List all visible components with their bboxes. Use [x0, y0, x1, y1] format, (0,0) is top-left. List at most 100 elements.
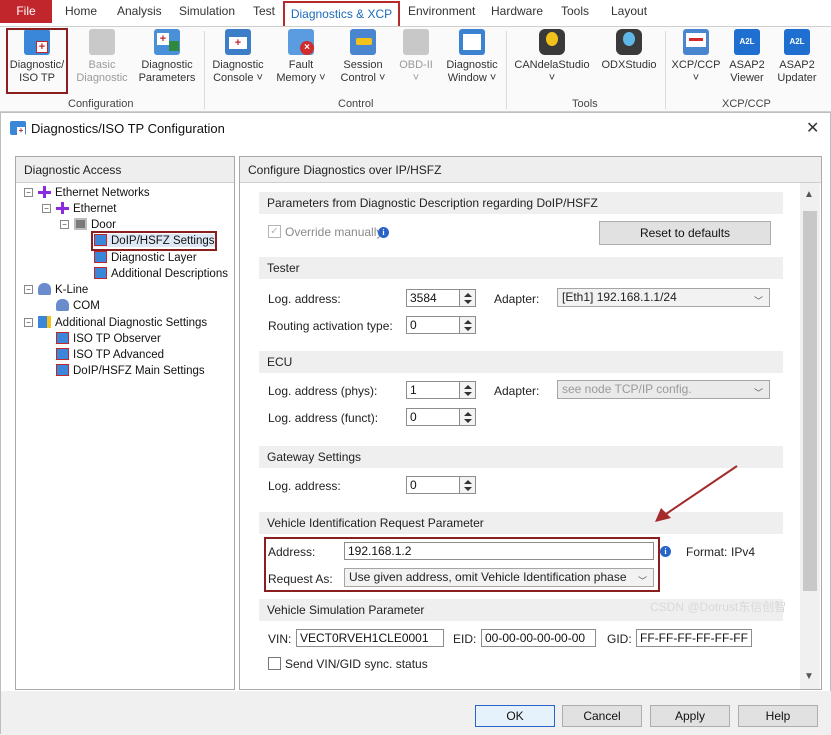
fault-memory-button[interactable]: × Fault Memory ˅ [272, 29, 330, 85]
scroll-up-icon[interactable]: ▲ [804, 189, 814, 200]
diagnostic-parameters-label-2: Parameters [138, 72, 196, 84]
basic-diagnostic-button[interactable]: Basic Diagnostic [74, 29, 130, 85]
obd2-label-1: OBD-II [399, 59, 433, 71]
obd2-button[interactable]: OBD-II ˅ [394, 29, 438, 85]
fault-memory-icon: × [288, 29, 314, 55]
routing-activation-spinner[interactable] [459, 316, 476, 334]
tree-item-additional-diagnostic-settings[interactable]: Additional Diagnostic Settings [38, 316, 207, 329]
gid-input[interactable]: FF-FF-FF-FF-FF-FF [636, 629, 752, 647]
tab-diagnostics-xcp[interactable]: Diagnostics & XCP [283, 1, 400, 26]
tab-home[interactable]: Home [65, 4, 97, 18]
collapse-icon[interactable]: − [24, 188, 33, 197]
car-icon [56, 299, 69, 311]
group-configuration-label: Configuration [68, 98, 134, 110]
collapse-icon[interactable]: − [60, 220, 69, 229]
diagnostic-console-button[interactable]: + Diagnostic Console ˅ [208, 29, 268, 85]
tree-item-additional-descriptions[interactable]: Additional Descriptions [94, 267, 228, 280]
highlight-doip-settings [91, 231, 217, 251]
tab-simulation[interactable]: Simulation [179, 4, 235, 18]
vertical-scrollbar[interactable]: ▲ ▼ [800, 183, 820, 689]
settings-page-icon [56, 364, 69, 376]
tree-item-com[interactable]: COM [56, 299, 100, 312]
tab-file[interactable]: File [0, 0, 52, 23]
ecu-funct-input[interactable]: 0 [406, 408, 460, 426]
asap2-updater-button[interactable]: A2L ASAP2 Updater [772, 29, 822, 85]
a2l-icon: A2L [734, 29, 760, 55]
watermark: CSDN @Dotrust东信创智 [650, 600, 787, 614]
tab-test[interactable]: Test [253, 4, 275, 18]
car-icon [38, 283, 51, 295]
xcp-ccp-label: XCP/CCP [671, 59, 721, 71]
tab-environment[interactable]: Environment [408, 4, 475, 18]
odx-studio-button[interactable]: ODXStudio [598, 29, 660, 72]
asap2-updater-label-2: Updater [777, 72, 817, 84]
asap2-viewer-button[interactable]: A2L ASAP2 Viewer [726, 29, 768, 85]
tab-layout[interactable]: Layout [611, 4, 647, 18]
tester-adapter-label: Adapter: [494, 292, 540, 306]
cancel-button[interactable]: Cancel [562, 705, 642, 727]
group-control-label: Control [338, 98, 374, 110]
configure-diagnostics-header: Configure Diagnostics over IP/HSFZ [240, 157, 821, 183]
collapse-icon[interactable]: − [24, 318, 33, 327]
tab-analysis[interactable]: Analysis [117, 4, 162, 18]
settings-page-icon [56, 348, 69, 360]
diagnostic-window-button[interactable]: Diagnostic Window ˅ [442, 29, 502, 85]
tree-item-diagnostic-layer[interactable]: Diagnostic Layer [94, 251, 197, 264]
tree-item-door[interactable]: Door [74, 218, 116, 231]
ecu-phys-spinner[interactable] [459, 381, 476, 399]
tester-log-address-input[interactable]: 3584 [406, 289, 460, 307]
session-control-icon [350, 29, 376, 55]
dialog-app-icon: + [10, 121, 26, 135]
ecu-adapter-select[interactable]: see node TCP/IP config. ﹀ [557, 380, 770, 399]
diagnostic-console-label-1: Diagnostic [212, 59, 264, 71]
ok-button[interactable]: OK [475, 705, 555, 727]
ecu-phys-input[interactable]: 1 [406, 381, 460, 399]
request-as-select[interactable]: Use given address, omit Vehicle Identifi… [344, 568, 654, 587]
eid-input[interactable]: 00-00-00-00-00-00 [481, 629, 596, 647]
diagnostic-console-label-2: Console ˅ [213, 72, 263, 84]
tree-item-doip-main-settings[interactable]: DoIP/HSFZ Main Settings [56, 364, 205, 377]
ecu-funct-spinner[interactable] [459, 408, 476, 426]
session-control-button[interactable]: Session Control ˅ [334, 29, 392, 85]
diagnostic-parameters-button[interactable]: + Diagnostic Parameters [136, 29, 198, 85]
lightbulb-icon [616, 29, 642, 55]
a2l-refresh-icon: A2L [784, 29, 810, 55]
eid-label: EID: [453, 632, 477, 646]
asap2-updater-label-1: ASAP2 [779, 59, 815, 71]
format-label: Format: [686, 545, 728, 559]
gateway-log-address-input[interactable]: 0 [406, 476, 460, 494]
gateway-log-address-label: Log. address: [268, 479, 341, 493]
routing-activation-input[interactable]: 0 [406, 316, 460, 334]
vehicle-address-input[interactable]: 192.168.1.2 [344, 542, 654, 560]
tree-item-iso-tp-advanced[interactable]: ISO TP Advanced [56, 348, 164, 361]
reset-defaults-button[interactable]: Reset to defaults [599, 221, 771, 245]
tab-tools[interactable]: Tools [561, 4, 589, 18]
close-icon[interactable]: ✕ [806, 118, 819, 138]
send-sync-checkbox[interactable] [268, 657, 281, 670]
tree-label: Additional Descriptions [111, 268, 228, 280]
scroll-down-icon[interactable]: ▼ [804, 671, 814, 682]
settings-page-icon [94, 251, 107, 263]
tester-log-address-spinner[interactable] [459, 289, 476, 307]
tree-item-iso-tp-observer[interactable]: ISO TP Observer [56, 332, 161, 345]
ecu-adapter-value: see node TCP/IP config. [562, 382, 692, 396]
tree-label: DoIP/HSFZ Main Settings [73, 365, 205, 377]
gateway-log-address-spinner[interactable] [459, 476, 476, 494]
apply-button[interactable]: Apply [650, 705, 730, 727]
group-tools-label: Tools [572, 98, 598, 110]
tree-item-ethernet[interactable]: Ethernet [56, 202, 116, 215]
help-button[interactable]: Help [738, 705, 818, 727]
vin-input[interactable]: VECT0RVEH1CLE0001 [296, 629, 444, 647]
tree-item-ethernet-networks[interactable]: Ethernet Networks [38, 186, 150, 199]
tester-adapter-select[interactable]: [Eth1] 192.168.1.1/24 ﹀ [557, 288, 770, 307]
scrollbar-thumb[interactable] [803, 211, 817, 591]
xcp-ccp-button[interactable]: XCP/CCP ˅ [670, 29, 722, 85]
ecu-icon [74, 218, 87, 230]
override-manually-checkbox[interactable]: ✓ [268, 225, 281, 238]
tab-hardware[interactable]: Hardware [491, 4, 543, 18]
tree-label: Ethernet Networks [55, 187, 150, 199]
collapse-icon[interactable]: − [24, 285, 33, 294]
collapse-icon[interactable]: − [42, 204, 51, 213]
candela-studio-button[interactable]: CANdelaStudio ˅ [512, 29, 592, 85]
tree-item-kline[interactable]: K-Line [38, 283, 88, 296]
